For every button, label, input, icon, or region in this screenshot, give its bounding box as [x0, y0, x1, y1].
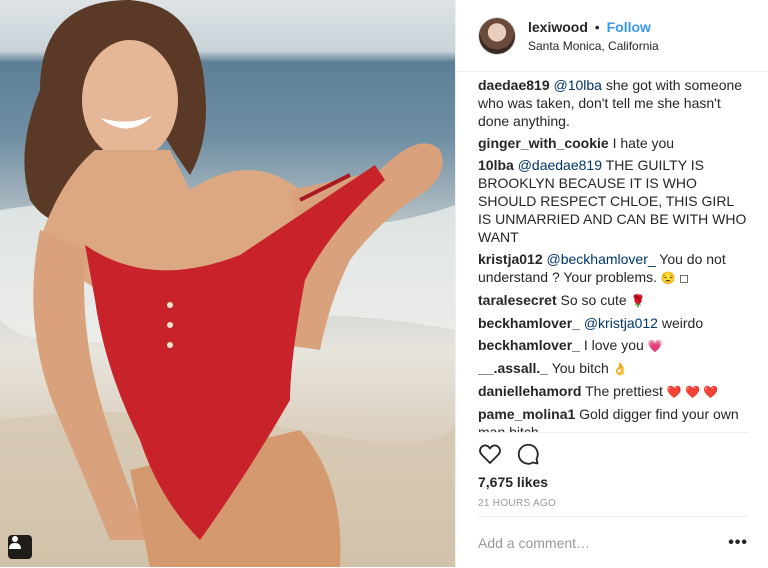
username-link[interactable]: lexiwood	[528, 19, 588, 35]
comment: pame_molina1 Gold digger find your own m…	[478, 405, 748, 432]
comment-username[interactable]: daedae819	[478, 77, 550, 93]
comment: daedae819 @10lba she got with someone wh…	[478, 76, 748, 130]
comment-text: You bitch	[548, 360, 609, 376]
comment-input[interactable]	[478, 534, 708, 551]
separator-dot: •	[594, 18, 600, 35]
post-photo[interactable]	[0, 0, 455, 567]
header-text: lexiwood • Follow Santa Monica, Californ…	[528, 19, 659, 53]
comment: taralesecret So so cute 🌹	[478, 291, 748, 310]
comment-composer: •••	[478, 516, 748, 568]
comment-username[interactable]: __.assall._	[478, 360, 548, 376]
instagram-post: lexiwood • Follow Santa Monica, Californ…	[0, 0, 768, 567]
comment: __.assall._ You bitch 👌	[478, 359, 748, 378]
avatar[interactable]	[478, 16, 516, 55]
location-link[interactable]: Santa Monica, California	[528, 39, 659, 53]
post-header: lexiwood • Follow Santa Monica, Californ…	[456, 0, 768, 72]
comment: beckhamlover_ @kristja012 weirdo	[478, 314, 748, 332]
ellipsis-icon[interactable]: •••	[728, 534, 748, 552]
comment-text: I love you	[579, 337, 644, 353]
comment-username[interactable]: daniellehamord	[478, 383, 581, 399]
comment-text: weirdo	[657, 315, 704, 331]
post-sidebar: lexiwood • Follow Santa Monica, Californ…	[455, 0, 768, 567]
like-count[interactable]: 7,675 likes	[478, 474, 548, 490]
comment: daniellehamord The prettiest ❤️ ❤️ ❤️	[478, 382, 748, 401]
post-actions	[478, 432, 748, 478]
comment: ginger_with_cookie I hate you	[478, 134, 748, 152]
comment-mention[interactable]: @daedae819	[518, 157, 602, 173]
post-timestamp: 21 HOURS AGO	[478, 498, 557, 509]
follow-button[interactable]: Follow	[607, 19, 651, 35]
header-top: lexiwood • Follow	[528, 19, 659, 36]
comment-username[interactable]: taralesecret	[478, 292, 557, 308]
comment-emoji: 😒 ◻	[660, 271, 690, 285]
comment-text: I hate you	[608, 135, 675, 151]
comment-emoji: 💗	[647, 339, 663, 353]
person-icon	[9, 536, 21, 549]
user-tag-button[interactable]	[8, 535, 32, 559]
comment-username[interactable]: beckhamlover_	[478, 315, 580, 331]
comment-text: So so cute	[556, 292, 627, 308]
comment: kristja012 @beckhamlover_ You do not und…	[478, 250, 748, 287]
comment-mention[interactable]: @10lba	[554, 77, 602, 93]
comment: beckhamlover_ I love you 💗	[478, 336, 748, 355]
comment-emoji: 👌	[612, 362, 628, 376]
comment-username[interactable]: kristja012	[478, 251, 543, 267]
comment-username[interactable]: 10lba	[478, 157, 514, 173]
heart-icon[interactable]	[478, 442, 502, 466]
comment-text: The prettiest	[581, 383, 663, 399]
comment: 10lba @daedae819 THE GUILTY IS BROOKLYN …	[478, 156, 748, 246]
comment-username[interactable]: ginger_with_cookie	[478, 135, 609, 151]
comment-mention[interactable]: @beckhamlover_	[547, 251, 656, 267]
comment-emoji: 🌹	[630, 294, 646, 308]
comment-mention[interactable]: @kristja012	[584, 315, 658, 331]
comment-username[interactable]: pame_molina1	[478, 406, 575, 422]
comment-username[interactable]: beckhamlover_	[478, 337, 580, 353]
comment-emoji: ❤️ ❤️ ❤️	[666, 385, 719, 399]
comments-list[interactable]: daedae819 @10lba she got with someone wh…	[478, 76, 748, 432]
photo-illustration	[0, 0, 455, 567]
speech-bubble-icon[interactable]	[516, 442, 540, 466]
